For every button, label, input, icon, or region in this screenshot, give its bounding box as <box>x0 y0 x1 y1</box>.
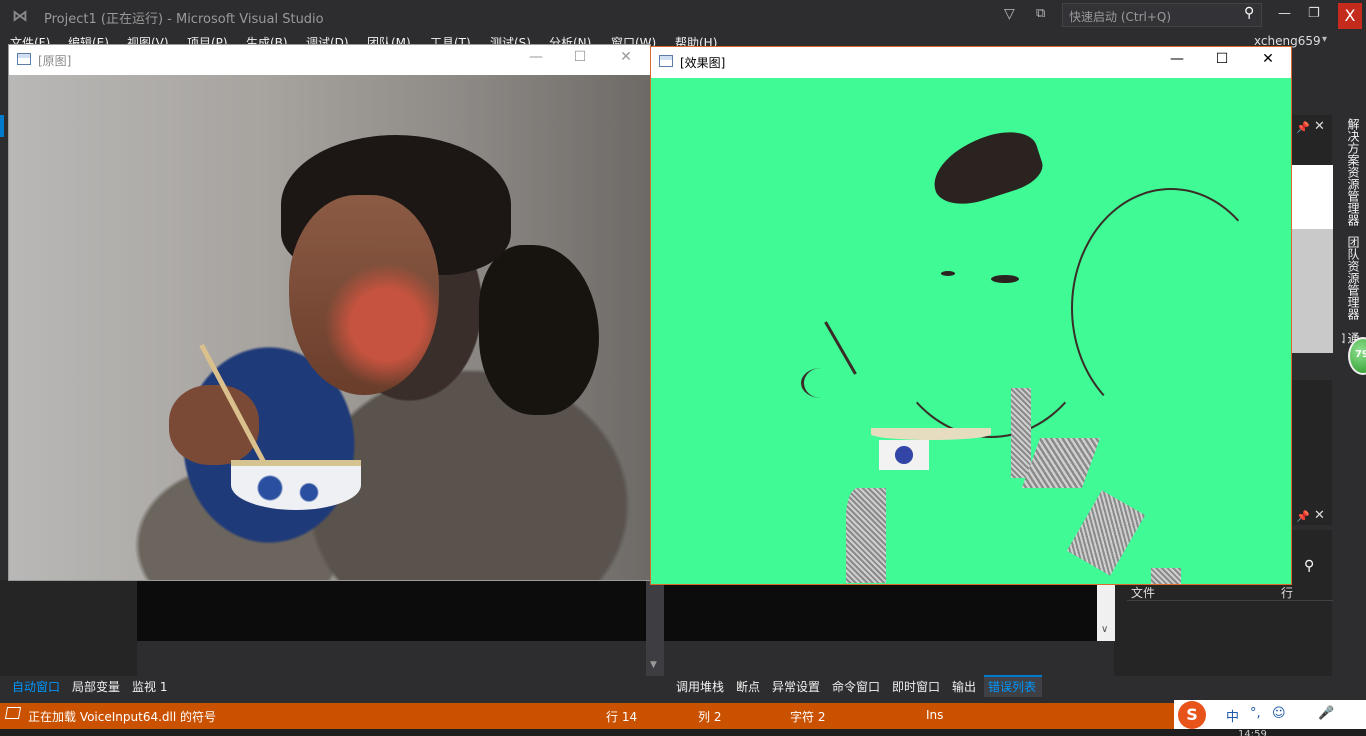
tab-output[interactable]: 输出 <box>952 678 976 695</box>
effect-image-window[interactable]: [效果图] — ☐ ✕ <box>650 46 1292 585</box>
fx-bowl-rim <box>871 428 991 440</box>
active-doc-accent <box>0 115 4 137</box>
ime-voice-icon[interactable]: 🎤 <box>1318 706 1334 721</box>
window-titlebar[interactable]: [原图] — ☐ ✕ <box>9 45 650 75</box>
clock: 14:59 <box>1238 729 1267 736</box>
window-title: [效果图] <box>680 56 726 70</box>
status-insert-mode: Ins <box>926 708 944 722</box>
quick-launch-input[interactable]: 快速启动 (Ctrl+Q) <box>1062 3 1262 27</box>
ime-emoji-icon[interactable]: ☺ <box>1272 706 1286 721</box>
minimize-button[interactable]: — <box>1167 51 1187 67</box>
divider <box>1127 600 1333 601</box>
close-button[interactable]: ✕ <box>616 49 636 65</box>
sogou-ime-icon[interactable]: S <box>1178 701 1206 729</box>
chevron-down-icon[interactable]: ∨ <box>1101 624 1108 635</box>
menu-help[interactable]: 帮助(H) <box>675 34 717 46</box>
tab-error-list[interactable]: 错误列表 <box>988 678 1036 695</box>
taskbar-strip <box>0 729 1366 736</box>
close-button[interactable]: X <box>1338 3 1362 29</box>
tab-call-stack[interactable]: 调用堆栈 <box>676 678 724 695</box>
ime-chinese-mode[interactable]: 中 <box>1226 706 1239 725</box>
scroll-down-icon[interactable]: ▼ <box>650 660 657 670</box>
effect-photo <box>651 78 1291 584</box>
close-icon[interactable]: ✕ <box>1314 508 1325 523</box>
minimize-button[interactable]: — <box>1278 6 1291 21</box>
pin-icon[interactable]: 📌 <box>1296 121 1310 134</box>
feedback-icon[interactable]: ⧉ <box>1036 6 1045 21</box>
tab-command-window[interactable]: 命令窗口 <box>832 678 880 695</box>
tab-autos[interactable]: 自动窗口 <box>12 678 60 695</box>
fx-hand-edge <box>801 368 841 398</box>
fx-ponytail-edge <box>1071 188 1271 428</box>
notification-badge[interactable]: 79 <box>1348 337 1366 375</box>
window-titlebar[interactable]: [效果图] — ☐ ✕ <box>651 47 1291 78</box>
tab-immediate-window[interactable]: 即时窗口 <box>892 678 940 695</box>
close-icon[interactable]: ✕ <box>1314 119 1325 134</box>
tab-locals[interactable]: 局部变量 <box>72 678 120 695</box>
maximize-button[interactable]: ☐ <box>1212 51 1232 67</box>
photo-face <box>289 195 439 395</box>
photo-bowl <box>231 460 361 510</box>
status-line: 行 14 <box>606 710 638 724</box>
fx-face-edge <box>881 178 1101 438</box>
status-char: 字符 2 <box>790 710 826 724</box>
tab-watch-1[interactable]: 监视 1 <box>132 678 167 695</box>
photo-ponytail <box>479 245 599 415</box>
pin-icon[interactable]: 📌 <box>1296 510 1310 523</box>
fx-texture <box>1151 568 1181 584</box>
original-image-window[interactable]: [原图] — ☐ ✕ <box>8 44 651 581</box>
column-header-file[interactable]: 文件 <box>1131 584 1155 601</box>
fx-texture <box>1011 388 1031 478</box>
tab-exception-settings[interactable]: 异常设置 <box>772 678 820 695</box>
tab-solution-explorer[interactable]: 解决方案资源管理器 <box>1342 118 1360 226</box>
tab-team-explorer[interactable]: 团队资源管理器 <box>1342 236 1360 328</box>
search-icon[interactable]: ⚲ <box>1244 5 1254 21</box>
window-title: [原图] <box>38 54 72 68</box>
minimize-button[interactable]: — <box>526 49 546 65</box>
search-icon[interactable]: ⚲ <box>1304 558 1314 574</box>
window-title: Project1 (正在运行) - Microsoft Visual Studi… <box>44 12 324 27</box>
window-app-icon <box>659 55 673 67</box>
close-button[interactable]: ✕ <box>1258 51 1278 67</box>
fx-chopstick-edge <box>824 321 857 375</box>
status-message-icon <box>4 707 22 719</box>
chevron-down-icon[interactable]: ▾ <box>1322 34 1327 45</box>
fx-texture <box>1021 438 1101 488</box>
window-app-icon <box>17 53 31 65</box>
status-column: 列 2 <box>698 710 722 724</box>
tab-breakpoints[interactable]: 断点 <box>736 678 760 695</box>
console-window <box>137 580 1115 641</box>
filter-icon[interactable]: ▽ <box>1004 6 1015 22</box>
original-photo <box>9 75 650 580</box>
fx-bowl <box>879 440 929 470</box>
maximize-button[interactable]: ☐ <box>570 49 590 65</box>
auto-window-pane <box>0 580 137 676</box>
column-header-line[interactable]: 行 <box>1281 584 1293 601</box>
status-message: 正在加载 VoiceInput64.dll 的符号 <box>28 710 217 724</box>
ime-punctuation[interactable]: °, <box>1250 706 1261 721</box>
restore-button[interactable]: ❐ <box>1308 6 1320 21</box>
fx-texture <box>1066 490 1146 576</box>
fx-texture <box>846 488 886 583</box>
visual-studio-logo-icon: ⋈ <box>12 6 28 25</box>
